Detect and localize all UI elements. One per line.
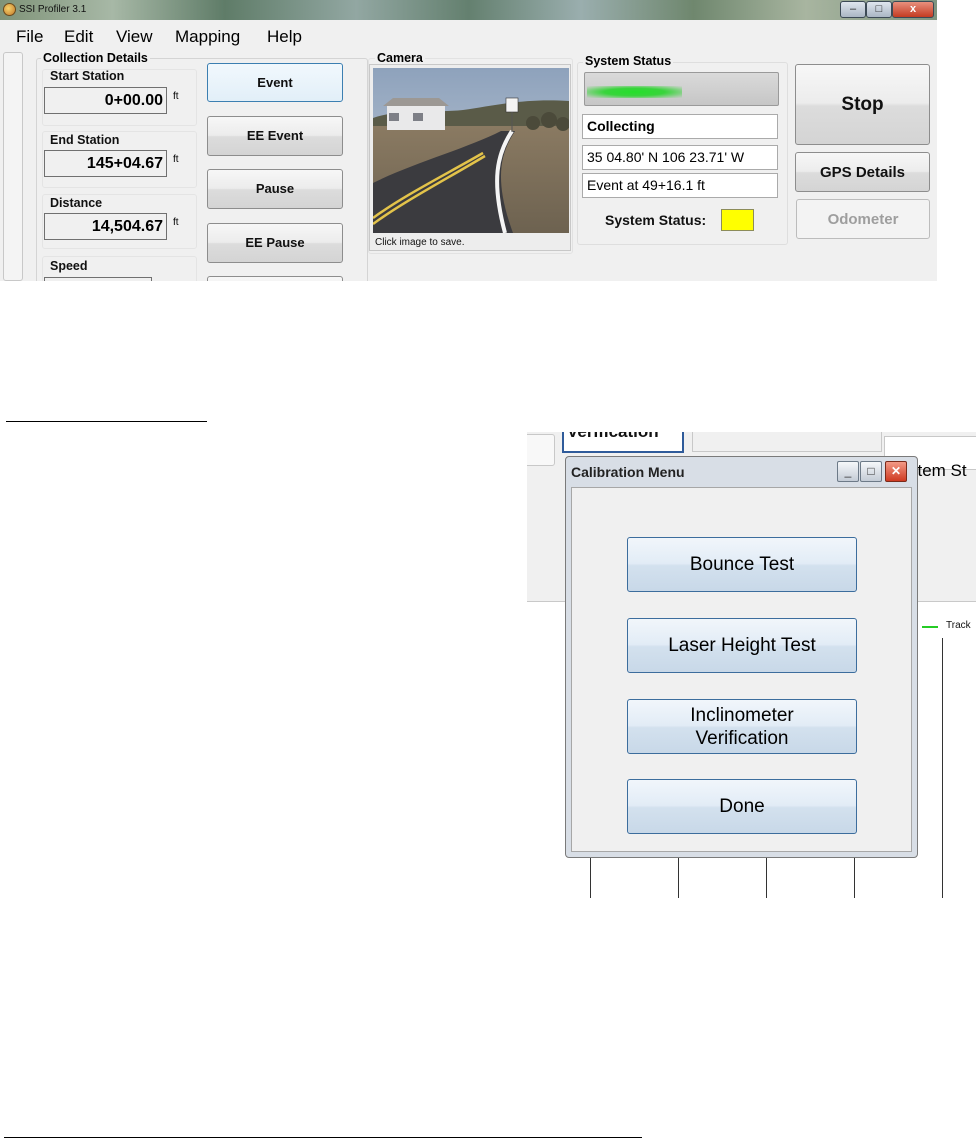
system-status-indicator-label: System Status: [605, 212, 707, 228]
divider-line [6, 421, 207, 422]
start-station-unit: ft [173, 91, 179, 102]
inclinometer-label-line-1: Inclinometer [690, 704, 794, 726]
menu-file[interactable]: File [16, 27, 43, 47]
collection-state-field: Collecting [582, 114, 778, 139]
event-button[interactable]: Event [207, 63, 343, 102]
gps-position-field: 35 04.80' N 106 23.71' W [582, 145, 778, 170]
dialog-title: Calibration Menu [571, 464, 685, 480]
grid-line [590, 858, 591, 898]
inclinometer-label-line-2: Verification [695, 727, 789, 749]
distance-value: 14,504.67 [44, 213, 167, 240]
gps-details-button-label: GPS Details [819, 163, 906, 181]
camera-frame: Click image to save. [369, 64, 571, 251]
tab-verification[interactable]: Verification [562, 432, 684, 453]
dialog-close-icon[interactable]: ✕ [885, 461, 907, 482]
camera-caption: Click image to save. [375, 237, 465, 248]
menu-bar: File Edit View Mapping Help [0, 22, 937, 50]
inclinometer-verification-button[interactable]: Inclinometer Verification [627, 699, 857, 754]
pause-button[interactable]: Pause [207, 169, 343, 209]
divider-line [4, 1137, 642, 1138]
ee-event-button[interactable]: EE Event [207, 116, 343, 156]
start-station-value: 0+00.00 [44, 87, 167, 114]
laser-height-test-button[interactable]: Laser Height Test [627, 618, 857, 673]
dialog-title-bar: Calibration Menu _ □ ✕ [566, 457, 917, 485]
last-event-field: Event at 49+16.1 ft [582, 173, 778, 198]
grid-line [678, 858, 679, 898]
window-title: SSI Profiler 3.1 [19, 4, 87, 15]
calibration-menu-dialog: Calibration Menu _ □ ✕ Bounce Test Laser… [565, 456, 918, 858]
stop-button-label: Stop [841, 93, 884, 115]
stop-button[interactable]: Stop [795, 64, 930, 145]
close-icon[interactable]: x [892, 1, 934, 18]
end-station-unit: ft [173, 154, 179, 165]
menu-mapping[interactable]: Mapping [175, 27, 240, 47]
end-station-label: End Station [50, 133, 120, 147]
menu-help[interactable]: Help [267, 27, 302, 47]
minimize-icon[interactable]: – [840, 1, 866, 18]
odometer-button-label: Odometer [827, 210, 899, 228]
distance-label: Distance [50, 196, 103, 210]
title-bar: SSI Profiler 3.1 – □ x [0, 0, 937, 20]
ee-pause-button[interactable]: EE Pause [207, 223, 343, 263]
grid-line [942, 638, 943, 898]
gps-details-button[interactable]: GPS Details [795, 152, 930, 192]
maximize-icon[interactable]: □ [866, 1, 892, 18]
menu-edit[interactable]: Edit [64, 27, 93, 47]
grid-line [854, 858, 855, 898]
more-action-button[interactable] [207, 276, 343, 281]
collection-details-title: Collection Details [41, 51, 150, 65]
main-window: SSI Profiler 3.1 – □ x File Edit View Ma… [0, 0, 937, 281]
tab-verification-label: Verification [567, 432, 659, 442]
side-panel-tab[interactable] [3, 52, 23, 281]
status-progress-bar [584, 72, 779, 106]
road-scene-image [373, 68, 569, 233]
grid-line [766, 858, 767, 898]
bounce-test-button[interactable]: Bounce Test [627, 537, 857, 592]
status-progress-fill [587, 86, 682, 98]
dialog-body: Bounce Test Laser Height Test Inclinomet… [571, 487, 912, 852]
app-logo-icon [3, 3, 16, 16]
camera-image[interactable] [373, 68, 569, 233]
dialog-maximize-icon[interactable]: □ [860, 461, 882, 482]
calibration-screenshot: Verification stem St Track Calibration M… [527, 432, 976, 898]
menu-view[interactable]: View [116, 27, 153, 47]
speed-value [44, 277, 152, 281]
dialog-minimize-icon[interactable]: _ [837, 461, 859, 482]
inclinometer-button-label: Inclinometer Verification [690, 704, 794, 750]
end-station-value: 145+04.67 [44, 150, 167, 177]
start-station-label: Start Station [50, 69, 125, 83]
system-status-title: System Status [583, 54, 674, 68]
background-control [527, 434, 555, 466]
odometer-button[interactable]: Odometer [796, 199, 930, 239]
track-legend-label: Track [946, 620, 971, 631]
track-legend-line [922, 626, 938, 628]
background-tab [692, 432, 882, 452]
distance-unit: ft [173, 217, 179, 228]
camera-title: Camera [375, 51, 425, 65]
system-status-indicator [721, 209, 754, 231]
done-button[interactable]: Done [627, 779, 857, 834]
speed-label: Speed [50, 259, 88, 273]
